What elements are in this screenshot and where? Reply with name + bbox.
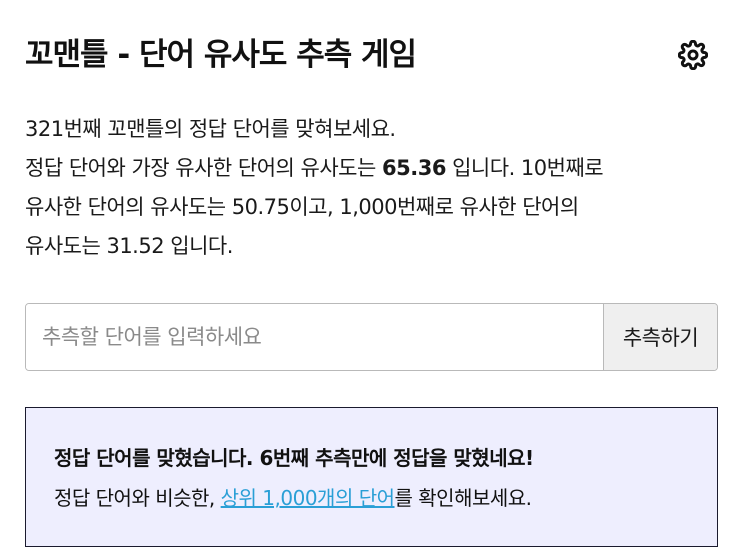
- top-similarity-value: 65.36: [382, 156, 446, 180]
- description-line: 321번째 꼬맨틀의 정답 단어를 맞혀보세요.: [25, 117, 396, 141]
- description-line: 유사도는 31.52 입니다.: [25, 234, 233, 258]
- gear-icon: [678, 40, 708, 70]
- guess-form: 추측하기: [25, 303, 718, 371]
- subtext-suffix: 를 확인해보세요.: [394, 486, 533, 510]
- game-description: 321번째 꼬맨틀의 정답 단어를 맞혀보세요. 정답 단어와 가장 유사한 단…: [25, 110, 718, 266]
- top-1000-words-link[interactable]: 상위 1,000개의 단어: [221, 486, 395, 510]
- guess-input[interactable]: [26, 304, 603, 370]
- page-title: 꼬맨틀 - 단어 유사도 추측 게임: [25, 36, 417, 73]
- success-subtext: 정답 단어와 비슷한, 상위 1,000개의 단어를 확인해보세요.: [54, 478, 689, 518]
- settings-button[interactable]: [676, 38, 710, 72]
- header: 꼬맨틀 - 단어 유사도 추측 게임: [25, 0, 718, 110]
- success-headline: 정답 단어를 맞혔습니다. 6번째 추측만에 정답을 맞혔네요!: [54, 446, 534, 470]
- description-line: 유사한 단어의 유사도는 50.75이고, 1,000번째로 유사한 단어의: [25, 195, 579, 219]
- description-text: 입니다. 10번째로: [445, 156, 604, 180]
- subtext-prefix: 정답 단어와 비슷한,: [54, 486, 221, 510]
- guess-button[interactable]: 추측하기: [603, 304, 717, 370]
- description-text: 정답 단어와 가장 유사한 단어의 유사도는: [25, 156, 382, 180]
- success-message-box: 정답 단어를 맞혔습니다. 6번째 추측만에 정답을 맞혔네요! 정답 단어와 …: [25, 407, 718, 547]
- description-line: 정답 단어와 가장 유사한 단어의 유사도는 65.36 입니다. 10번째로: [25, 149, 718, 188]
